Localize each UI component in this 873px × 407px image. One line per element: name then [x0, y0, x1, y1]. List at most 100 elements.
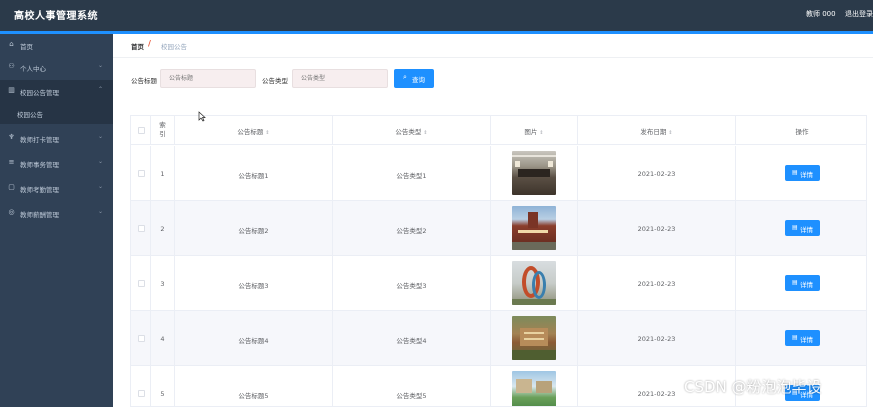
chevron-down-icon: ⌄ — [98, 183, 104, 190]
chevron-down-icon: ⌄ — [98, 208, 104, 215]
sort-icon[interactable]: ⇕ — [539, 130, 543, 136]
sort-icon[interactable]: ⇕ — [265, 130, 269, 136]
table-row: 2 公告标题2 公告类型2 2021-02-23 ▤ 详情 — [131, 201, 866, 256]
action-cell: ▤ 详情 — [736, 311, 866, 366]
image-cell — [491, 366, 578, 406]
announcement-thumbnail[interactable] — [512, 151, 556, 195]
type-filter-label: 公告类型 — [262, 77, 288, 85]
cell-value: 5 — [160, 390, 165, 398]
breadcrumb-separator: / — [148, 39, 151, 48]
table-row: 4 公告标题4 公告类型4 2021-02-23 ▤ 详情 — [131, 311, 866, 366]
row-checkbox[interactable] — [138, 335, 145, 342]
row-checkbox[interactable] — [138, 225, 145, 232]
detail-button[interactable]: ▤ 详情 — [785, 165, 820, 181]
select-all-checkbox[interactable] — [138, 127, 145, 134]
cell-value: 公告类型1 — [396, 172, 427, 180]
search-icon: ⌕ — [403, 73, 407, 81]
csdn-watermark: CSDN @粉泡泡毕设 — [684, 378, 822, 396]
sidebar-item-label: 校园公告管理 — [20, 89, 59, 97]
sidebar-item-announcement-management[interactable]: ▥ 校园公告管理 ⌃ — [0, 80, 113, 102]
announcement-thumbnail[interactable] — [512, 261, 556, 305]
index-cell: 4 — [151, 311, 175, 366]
chevron-down-icon: ⌄ — [98, 62, 104, 69]
column-header-label: 图片 — [524, 128, 538, 136]
breadcrumb-home[interactable]: 首页 — [131, 41, 144, 51]
cell-value: 公告标题2 — [238, 227, 269, 235]
sidebar: ⌂ 首页 ⚇ 个人中心 ⌄ ▥ 校园公告管理 ⌃ 校园公告 ♆ 教师打卡管理 ⌄… — [0, 34, 113, 407]
title-search-input[interactable] — [160, 69, 256, 88]
sidebar-item-label: 教师薪酬管理 — [20, 211, 59, 219]
list-icon: ≡ — [8, 158, 15, 166]
announcement-thumbnail[interactable] — [512, 206, 556, 250]
top-header: 高校人事管理系统 教师 000 退出登录 — [0, 0, 873, 31]
type-cell: 公告类型5 — [333, 366, 491, 406]
cell-value: 4 — [160, 335, 165, 343]
cell-value: 公告类型3 — [396, 282, 427, 290]
column-header-label: 公告标题 — [237, 128, 264, 136]
image-cell — [491, 201, 578, 256]
breadcrumb: 首页 / 校园公告 — [113, 34, 873, 58]
column-header-action: 操作 — [736, 116, 866, 145]
announcement-thumbnail[interactable] — [512, 316, 556, 360]
row-checkbox[interactable] — [138, 170, 145, 177]
search-bar: 公告标题 公告类型 ⌕ 查询 — [113, 69, 873, 89]
row-checkbox[interactable] — [138, 390, 145, 397]
document-icon: ▤ — [792, 334, 798, 341]
user-name[interactable]: 教师 000 — [806, 9, 836, 19]
detail-button[interactable]: ▤ 详情 — [785, 330, 820, 346]
cell-value: 1 — [160, 170, 165, 178]
action-cell: ▤ 详情 — [736, 146, 866, 201]
cell-value: 2021-02-23 — [637, 225, 676, 233]
sidebar-item-label: 首页 — [20, 43, 33, 51]
coin-icon: ◎ — [8, 208, 15, 216]
sidebar-item-salary[interactable]: ◎ 教师薪酬管理 ⌄ — [0, 202, 113, 224]
sidebar-item-label: 校园公告 — [17, 111, 43, 119]
column-header-type[interactable]: 公告类型 ⇕ — [333, 116, 491, 145]
detail-button[interactable]: ▤ 详情 — [785, 275, 820, 291]
sort-icon[interactable]: ⇕ — [423, 130, 427, 136]
column-header-date[interactable]: 发布日期 ⇕ — [578, 116, 736, 145]
date-cell: 2021-02-23 — [578, 311, 736, 366]
cell-value: 公告标题3 — [238, 282, 269, 290]
image-cell — [491, 256, 578, 311]
cell-value: 2021-02-23 — [637, 390, 676, 398]
sidebar-item-attendance-clock[interactable]: ♆ 教师打卡管理 ⌄ — [0, 127, 113, 149]
announcement-table: 索引 公告标题 ⇕ 公告类型 ⇕ 图片 ⇕ 发布日期 ⇕ 操作 1 公告标题1 公告类型… — [130, 115, 867, 407]
row-select-cell — [131, 256, 151, 311]
sidebar-item-announcements[interactable]: 校园公告 — [0, 102, 113, 124]
search-button[interactable]: ⌕ 查询 — [394, 69, 434, 88]
cell-value: 2021-02-23 — [637, 170, 676, 178]
chart-icon: ▥ — [8, 86, 15, 94]
sort-icon[interactable]: ⇕ — [668, 130, 672, 136]
cell-value: 公告标题5 — [238, 392, 269, 400]
cell-value: 公告类型2 — [396, 227, 427, 235]
image-cell — [491, 311, 578, 366]
sidebar-item-profile[interactable]: ⚇ 个人中心 ⌄ — [0, 56, 113, 78]
column-header-index: 索引 — [151, 116, 175, 145]
logout-button[interactable]: 退出登录 — [845, 9, 873, 19]
clock-icon: ♆ — [8, 133, 15, 141]
chevron-down-icon: ⌄ — [98, 133, 104, 140]
title-cell: 公告标题4 — [175, 311, 333, 366]
sidebar-item-home[interactable]: ⌂ 首页 — [0, 34, 113, 56]
sidebar-item-affairs[interactable]: ≡ 教师事务管理 ⌄ — [0, 152, 113, 174]
column-header-image[interactable]: 图片 ⇕ — [491, 116, 578, 145]
cell-value: 2021-02-23 — [637, 280, 676, 288]
select-all-header — [131, 116, 151, 145]
type-search-input[interactable] — [292, 69, 388, 88]
row-checkbox[interactable] — [138, 280, 145, 287]
announcement-thumbnail[interactable] — [512, 371, 556, 406]
cell-value: 公告类型4 — [396, 337, 427, 345]
sidebar-item-attendance[interactable]: ▢ 教师考勤管理 ⌄ — [0, 177, 113, 199]
cell-value: 2 — [160, 225, 165, 233]
user-icon: ⚇ — [8, 62, 15, 70]
title-cell: 公告标题2 — [175, 201, 333, 256]
app-title: 高校人事管理系统 — [14, 11, 98, 22]
type-cell: 公告类型1 — [333, 146, 491, 201]
sidebar-item-label: 个人中心 — [20, 65, 46, 73]
date-cell: 2021-02-23 — [578, 146, 736, 201]
document-icon: ▤ — [792, 224, 798, 231]
index-cell: 3 — [151, 256, 175, 311]
detail-button[interactable]: ▤ 详情 — [785, 220, 820, 236]
row-select-cell — [131, 146, 151, 201]
